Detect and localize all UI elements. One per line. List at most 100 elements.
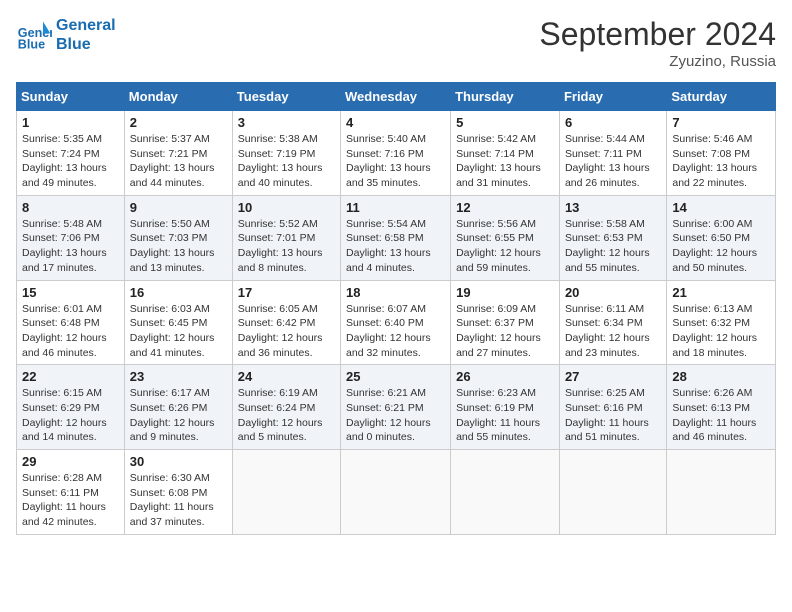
calendar-week-row: 15 Sunrise: 6:01 AMSunset: 6:48 PMDayligh… bbox=[17, 280, 776, 365]
calendar-cell: 18 Sunrise: 6:07 AMSunset: 6:40 PMDayligh… bbox=[341, 280, 451, 365]
day-info: Sunrise: 5:56 AMSunset: 6:55 PMDaylight:… bbox=[456, 217, 554, 276]
day-info: Sunrise: 5:40 AMSunset: 7:16 PMDaylight:… bbox=[346, 132, 445, 191]
day-info: Sunrise: 5:52 AMSunset: 7:01 PMDaylight:… bbox=[238, 217, 335, 276]
calendar-cell: 12 Sunrise: 5:56 AMSunset: 6:55 PMDayligh… bbox=[451, 195, 560, 280]
day-info: Sunrise: 6:25 AMSunset: 6:16 PMDaylight:… bbox=[565, 386, 661, 445]
day-info: Sunrise: 6:15 AMSunset: 6:29 PMDaylight:… bbox=[22, 386, 119, 445]
svg-text:Blue: Blue bbox=[18, 38, 45, 52]
calendar-cell: 13Sunrise: 5:58 AMSunset: 6:53 PMDayligh… bbox=[559, 195, 666, 280]
day-number: 10 bbox=[238, 200, 335, 215]
calendar-cell: 9Sunrise: 5:50 AMSunset: 7:03 PMDaylight… bbox=[124, 195, 232, 280]
calendar-cell: 28 Sunrise: 6:26 AMSunset: 6:13 PMDayligh… bbox=[667, 365, 776, 450]
calendar-cell: 30 Sunrise: 6:30 AMSunset: 6:08 PMDayligh… bbox=[124, 450, 232, 535]
day-info: Sunrise: 6:05 AMSunset: 6:42 PMDaylight:… bbox=[238, 302, 335, 361]
day-number: 1 bbox=[22, 115, 119, 130]
day-info: Sunrise: 5:35 AMSunset: 7:24 PMDaylight:… bbox=[22, 132, 119, 191]
day-info: Sunrise: 5:58 AMSunset: 6:53 PMDaylight:… bbox=[565, 217, 661, 276]
day-number: 24 bbox=[238, 369, 335, 384]
calendar-cell: 17 Sunrise: 6:05 AMSunset: 6:42 PMDayligh… bbox=[232, 280, 340, 365]
day-info: Sunrise: 6:09 AMSunset: 6:37 PMDaylight:… bbox=[456, 302, 554, 361]
calendar-header-row: SundayMondayTuesdayWednesdayThursdayFrid… bbox=[17, 83, 776, 111]
calendar-cell: 4Sunrise: 5:40 AMSunset: 7:16 PMDaylight… bbox=[341, 111, 451, 196]
day-number: 25 bbox=[346, 369, 445, 384]
day-number: 21 bbox=[672, 285, 770, 300]
weekday-header-tuesday: Tuesday bbox=[232, 83, 340, 111]
day-number: 26 bbox=[456, 369, 554, 384]
location-subtitle: Zyuzino, Russia bbox=[539, 53, 776, 70]
calendar-week-row: 22 Sunrise: 6:15 AMSunset: 6:29 PMDayligh… bbox=[17, 365, 776, 450]
day-info: Sunrise: 6:13 AMSunset: 6:32 PMDaylight:… bbox=[672, 302, 770, 361]
day-number: 5 bbox=[456, 115, 554, 130]
day-number: 30 bbox=[130, 454, 227, 469]
day-number: 23 bbox=[130, 369, 227, 384]
day-info: Sunrise: 5:48 AMSunset: 7:06 PMDaylight:… bbox=[22, 217, 119, 276]
title-block: September 2024 Zyuzino, Russia bbox=[539, 16, 776, 70]
day-info: Sunrise: 5:46 AMSunset: 7:08 PMDaylight:… bbox=[672, 132, 770, 191]
day-number: 8 bbox=[22, 200, 119, 215]
day-number: 11 bbox=[346, 200, 445, 215]
calendar-table: SundayMondayTuesdayWednesdayThursdayFrid… bbox=[16, 82, 776, 535]
calendar-cell: 8 Sunrise: 5:48 AMSunset: 7:06 PMDaylight… bbox=[17, 195, 125, 280]
day-info: Sunrise: 5:37 AMSunset: 7:21 PMDaylight:… bbox=[130, 132, 227, 191]
weekday-header-friday: Friday bbox=[559, 83, 666, 111]
day-number: 9 bbox=[130, 200, 227, 215]
day-number: 19 bbox=[456, 285, 554, 300]
calendar-cell: 6 Sunrise: 5:44 AMSunset: 7:11 PMDaylight… bbox=[559, 111, 666, 196]
calendar-cell: 22 Sunrise: 6:15 AMSunset: 6:29 PMDayligh… bbox=[17, 365, 125, 450]
weekday-header-wednesday: Wednesday bbox=[341, 83, 451, 111]
calendar-cell bbox=[341, 450, 451, 535]
calendar-cell bbox=[559, 450, 666, 535]
calendar-cell: 3Sunrise: 5:38 AMSunset: 7:19 PMDaylight… bbox=[232, 111, 340, 196]
logo-line1: General bbox=[56, 16, 116, 35]
day-info: Sunrise: 6:11 AMSunset: 6:34 PMDaylight:… bbox=[565, 302, 661, 361]
day-number: 15 bbox=[22, 285, 119, 300]
day-number: 20 bbox=[565, 285, 661, 300]
day-number: 17 bbox=[238, 285, 335, 300]
calendar-body: 1 Sunrise: 5:35 AMSunset: 7:24 PMDaylight… bbox=[17, 111, 776, 535]
day-info: Sunrise: 5:42 AMSunset: 7:14 PMDaylight:… bbox=[456, 132, 554, 191]
day-number: 18 bbox=[346, 285, 445, 300]
day-number: 29 bbox=[22, 454, 119, 469]
calendar-cell: 21 Sunrise: 6:13 AMSunset: 6:32 PMDayligh… bbox=[667, 280, 776, 365]
calendar-week-row: 8 Sunrise: 5:48 AMSunset: 7:06 PMDaylight… bbox=[17, 195, 776, 280]
day-number: 22 bbox=[22, 369, 119, 384]
calendar-cell: 27 Sunrise: 6:25 AMSunset: 6:16 PMDayligh… bbox=[559, 365, 666, 450]
day-number: 6 bbox=[565, 115, 661, 130]
day-info: Sunrise: 5:44 AMSunset: 7:11 PMDaylight:… bbox=[565, 132, 661, 191]
calendar-cell: 23 Sunrise: 6:17 AMSunset: 6:26 PMDayligh… bbox=[124, 365, 232, 450]
calendar-cell: 15 Sunrise: 6:01 AMSunset: 6:48 PMDayligh… bbox=[17, 280, 125, 365]
calendar-cell bbox=[667, 450, 776, 535]
weekday-header-monday: Monday bbox=[124, 83, 232, 111]
day-number: 16 bbox=[130, 285, 227, 300]
calendar-cell: 10 Sunrise: 5:52 AMSunset: 7:01 PMDayligh… bbox=[232, 195, 340, 280]
day-info: Sunrise: 6:17 AMSunset: 6:26 PMDaylight:… bbox=[130, 386, 227, 445]
logo-icon: General Blue bbox=[16, 17, 52, 53]
weekday-header-sunday: Sunday bbox=[17, 83, 125, 111]
day-number: 27 bbox=[565, 369, 661, 384]
day-info: Sunrise: 5:54 AMSunset: 6:58 PMDaylight:… bbox=[346, 217, 445, 276]
day-number: 3 bbox=[238, 115, 335, 130]
calendar-cell bbox=[232, 450, 340, 535]
day-info: Sunrise: 6:21 AMSunset: 6:21 PMDaylight:… bbox=[346, 386, 445, 445]
day-info: Sunrise: 6:28 AMSunset: 6:11 PMDaylight:… bbox=[22, 471, 119, 530]
calendar-cell: 20 Sunrise: 6:11 AMSunset: 6:34 PMDayligh… bbox=[559, 280, 666, 365]
day-info: Sunrise: 6:30 AMSunset: 6:08 PMDaylight:… bbox=[130, 471, 227, 530]
day-info: Sunrise: 6:01 AMSunset: 6:48 PMDaylight:… bbox=[22, 302, 119, 361]
day-number: 7 bbox=[672, 115, 770, 130]
page-header: General Blue General Blue September 2024… bbox=[16, 16, 776, 70]
calendar-cell: 29 Sunrise: 6:28 AMSunset: 6:11 PMDayligh… bbox=[17, 450, 125, 535]
calendar-cell: 25 Sunrise: 6:21 AMSunset: 6:21 PMDayligh… bbox=[341, 365, 451, 450]
calendar-cell: 1 Sunrise: 5:35 AMSunset: 7:24 PMDaylight… bbox=[17, 111, 125, 196]
day-info: Sunrise: 6:26 AMSunset: 6:13 PMDaylight:… bbox=[672, 386, 770, 445]
day-number: 12 bbox=[456, 200, 554, 215]
calendar-week-row: 29 Sunrise: 6:28 AMSunset: 6:11 PMDayligh… bbox=[17, 450, 776, 535]
day-info: Sunrise: 6:00 AMSunset: 6:50 PMDaylight:… bbox=[672, 217, 770, 276]
day-number: 28 bbox=[672, 369, 770, 384]
calendar-cell: 26Sunrise: 6:23 AMSunset: 6:19 PMDayligh… bbox=[451, 365, 560, 450]
logo: General Blue General Blue bbox=[16, 16, 116, 54]
calendar-cell: 16Sunrise: 6:03 AMSunset: 6:45 PMDayligh… bbox=[124, 280, 232, 365]
day-info: Sunrise: 6:07 AMSunset: 6:40 PMDaylight:… bbox=[346, 302, 445, 361]
calendar-cell: 2Sunrise: 5:37 AMSunset: 7:21 PMDaylight… bbox=[124, 111, 232, 196]
day-number: 14 bbox=[672, 200, 770, 215]
month-title: September 2024 bbox=[539, 16, 776, 53]
